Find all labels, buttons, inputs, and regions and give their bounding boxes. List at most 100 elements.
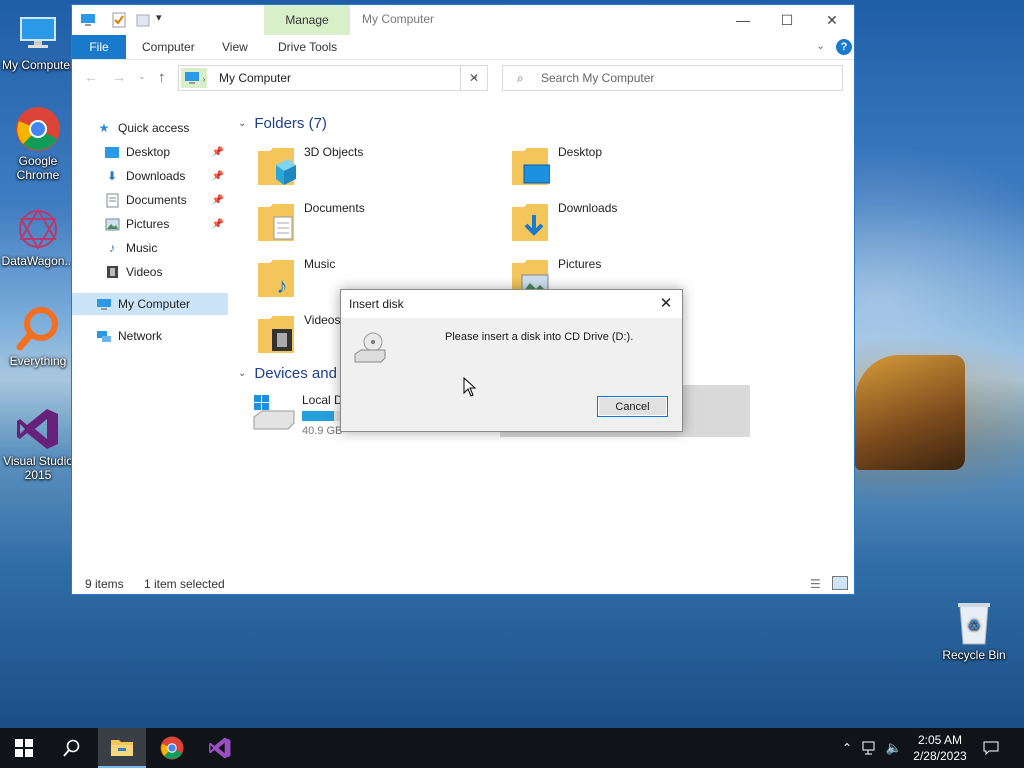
- desktop-icon-label: Google Chrome: [16, 154, 60, 182]
- new-folder-icon[interactable]: [136, 13, 150, 30]
- desktop-icon-label: Recycle Bin: [942, 648, 1006, 662]
- expand-ribbon-icon[interactable]: ⌄: [816, 39, 825, 52]
- documents-folder-icon: [256, 201, 296, 241]
- clear-address-button[interactable]: ✕: [460, 65, 488, 91]
- customize-quick-access-icon[interactable]: ▾: [156, 11, 162, 24]
- sidebar-item-videos[interactable]: Videos: [104, 261, 228, 283]
- network-status-icon[interactable]: [860, 728, 882, 768]
- desktop-icon-everything[interactable]: Everything: [0, 306, 76, 368]
- folder-desktop[interactable]: Desktop: [510, 143, 750, 195]
- details-view-icon[interactable]: ☰: [810, 577, 821, 591]
- cancel-button[interactable]: Cancel: [597, 396, 668, 417]
- folder-name: Desktop: [558, 145, 603, 159]
- sidebar-item-desktop[interactable]: Desktop 📌: [104, 141, 228, 163]
- clock-date: 2/28/2023: [913, 749, 967, 763]
- chrome-icon: [15, 106, 61, 152]
- taskbar-visual-studio[interactable]: [196, 728, 244, 768]
- dialog-close-button[interactable]: ✕: [656, 294, 676, 314]
- desktop-icon-label: Visual Studio 2015: [3, 454, 73, 482]
- network-icon: [96, 329, 112, 343]
- sidebar-item-music[interactable]: ♪ Music: [104, 237, 228, 259]
- desktop-icon-datawagon[interactable]: DataWagon...: [0, 206, 76, 268]
- svg-text:›: ›: [203, 74, 206, 84]
- pin-icon[interactable]: 📌: [212, 219, 224, 230]
- help-icon[interactable]: ?: [836, 39, 852, 55]
- volume-icon[interactable]: 🔈: [884, 728, 904, 768]
- sidebar-item-label: Downloads: [126, 169, 186, 183]
- recent-locations-icon[interactable]: ⌄: [138, 71, 146, 82]
- search-placeholder: Search My Computer: [541, 71, 655, 85]
- desktop-icon-label: DataWagon...: [1, 254, 75, 268]
- mouse-cursor-icon: [463, 376, 477, 400]
- folder-3d-objects[interactable]: 3D Objects: [256, 143, 496, 195]
- windows-drive-icon: [252, 393, 295, 433]
- pin-icon[interactable]: 📌: [212, 147, 224, 158]
- search-icon: [63, 739, 80, 757]
- wallpaper-rock: [855, 355, 965, 470]
- sidebar-item-quick-access[interactable]: ★ Quick access: [96, 117, 228, 139]
- documents-icon: [104, 193, 120, 207]
- sidebar-item-label: Videos: [126, 265, 163, 279]
- folder-documents[interactable]: Documents: [256, 199, 496, 251]
- sidebar-item-downloads[interactable]: ⬇ Downloads 📌: [104, 165, 228, 187]
- downloads-icon: ⬇: [106, 169, 118, 183]
- pin-icon[interactable]: 📌: [212, 195, 224, 206]
- start-button[interactable]: [0, 728, 48, 768]
- pin-icon[interactable]: 📌: [212, 171, 224, 182]
- star-icon: ★: [98, 121, 110, 135]
- item-count: 9 items: [85, 577, 124, 591]
- videos-folder-icon: [256, 313, 296, 353]
- large-icons-view-icon[interactable]: [832, 576, 848, 590]
- recycle-bin-icon: ♻: [951, 600, 997, 646]
- tab-manage[interactable]: Manage: [264, 5, 350, 35]
- tab-view[interactable]: View: [222, 35, 248, 59]
- desktop-folder-icon: [104, 145, 120, 159]
- taskbar-clock[interactable]: 2:05 AM 2/28/2023: [906, 732, 974, 764]
- desktop-icon-chrome[interactable]: Google Chrome: [0, 106, 76, 182]
- address-bar[interactable]: › My Computer ⌄: [178, 65, 488, 91]
- desktop-icon-visual-studio[interactable]: Visual Studio 2015: [0, 406, 76, 482]
- tab-computer[interactable]: Computer: [142, 35, 195, 59]
- address-text: My Computer: [219, 71, 292, 85]
- dialog-title-bar: Insert disk ✕: [341, 290, 682, 318]
- taskbar-search-button[interactable]: [48, 728, 96, 768]
- notifications-icon[interactable]: [978, 728, 1004, 768]
- visual-studio-icon: [15, 406, 61, 452]
- computer-icon: [80, 13, 96, 30]
- properties-icon[interactable]: [112, 12, 126, 31]
- up-arrow-icon[interactable]: ↑: [158, 69, 166, 86]
- desktop-icon-my-computer[interactable]: My Computer: [0, 10, 76, 72]
- ribbon-tabs: File Computer View Drive Tools ⌄ ?: [72, 35, 854, 60]
- search-input[interactable]: ⌕ Search My Computer: [502, 65, 843, 91]
- sidebar-item-documents[interactable]: Documents 📌: [104, 189, 228, 211]
- title-bar: ▾ Manage My Computer — ☐ ✕: [72, 5, 854, 35]
- search-magnifier-icon: [15, 306, 61, 352]
- folder-name: Downloads: [558, 201, 618, 215]
- downloads-folder-icon: [510, 201, 550, 241]
- maximize-button[interactable]: ☐: [764, 5, 810, 35]
- taskbar: ⌃ 🔈 2:05 AM 2/28/2023: [0, 728, 1024, 768]
- folders-group-header[interactable]: ⌄ Folders (7): [238, 115, 327, 132]
- sidebar-item-my-computer[interactable]: My Computer: [72, 293, 228, 315]
- tab-drive-tools[interactable]: Drive Tools: [278, 35, 337, 59]
- tab-file[interactable]: File: [72, 35, 126, 59]
- folder-name: Documents: [304, 201, 365, 215]
- group-label: Folders (7): [254, 115, 327, 132]
- visual-studio-icon: [209, 737, 231, 759]
- sidebar-item-network[interactable]: Network: [96, 325, 228, 347]
- datawagon-icon: [15, 206, 61, 252]
- taskbar-chrome[interactable]: [148, 728, 196, 768]
- close-button[interactable]: ✕: [809, 5, 855, 35]
- devices-group-header[interactable]: ⌄ Devices and d: [238, 365, 349, 382]
- sidebar-item-pictures[interactable]: Pictures 📌: [104, 213, 228, 235]
- taskbar-file-explorer[interactable]: [98, 728, 146, 768]
- show-hidden-icons-icon[interactable]: ⌃: [838, 728, 856, 768]
- back-arrow-icon[interactable]: ←: [84, 69, 98, 85]
- folder-downloads[interactable]: Downloads: [510, 199, 750, 251]
- forward-arrow-icon[interactable]: →: [112, 69, 126, 85]
- computer-icon: [96, 297, 112, 311]
- clock-time: 2:05 AM: [917, 733, 963, 747]
- music-icon: ♪: [109, 241, 115, 255]
- desktop-icon-recycle-bin[interactable]: ♻ Recycle Bin: [936, 600, 1012, 662]
- minimize-button[interactable]: —: [720, 5, 766, 35]
